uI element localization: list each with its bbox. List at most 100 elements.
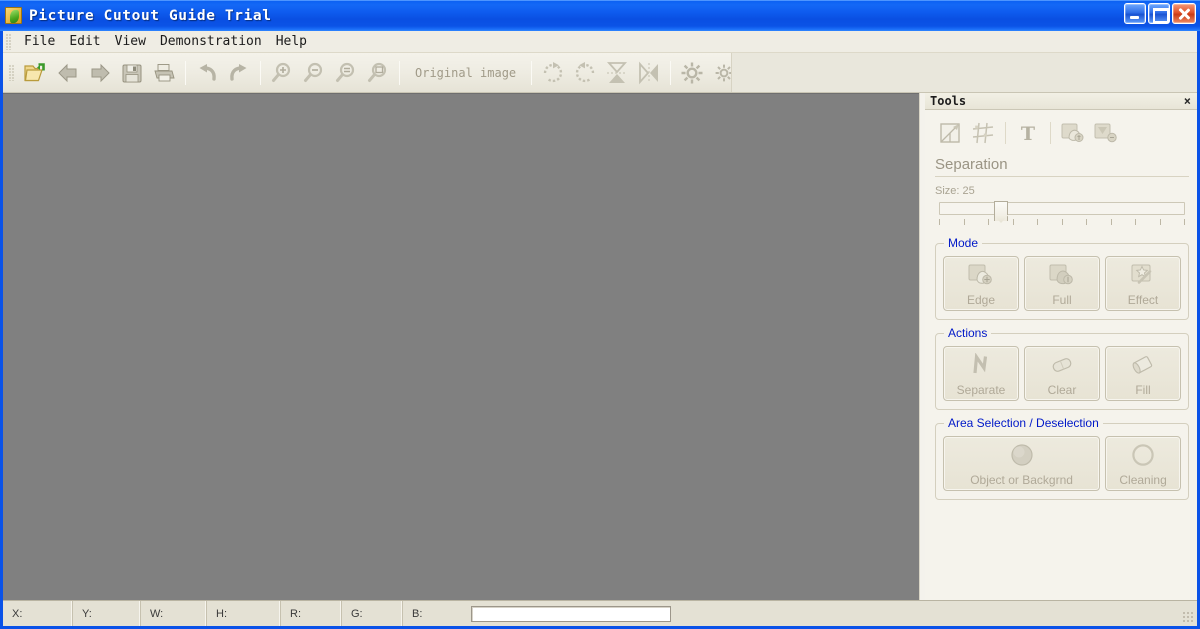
menu-item-file[interactable]: File: [17, 32, 62, 51]
magic-wand-icon: [1129, 262, 1157, 288]
flip-horizontal-icon[interactable]: [633, 56, 665, 90]
undo-icon[interactable]: [191, 56, 223, 90]
text-tool-icon[interactable]: T: [1013, 118, 1043, 148]
area-button-cleaning[interactable]: Cleaning: [1105, 436, 1181, 491]
contrast-up-icon[interactable]: [740, 56, 772, 90]
menu-bar: File Edit View Demonstration Help: [3, 31, 1197, 53]
action-button-fill[interactable]: Fill: [1105, 346, 1181, 401]
cutout-full-icon: [1048, 262, 1076, 288]
slider-tick: [1012, 219, 1014, 225]
hollow-circle-icon: [1129, 442, 1157, 468]
slider-tick: [1061, 219, 1063, 225]
group-mode: Mode Edge Full Effect: [935, 236, 1189, 320]
action-button-clear-label: Clear: [1047, 383, 1077, 397]
action-button-separate[interactable]: Separate: [943, 346, 1019, 401]
contrast-down-icon[interactable]: [772, 56, 804, 90]
separate-icon: [967, 352, 995, 378]
maximize-button[interactable]: [1148, 3, 1170, 24]
mode-button-effect[interactable]: Effect: [1105, 256, 1181, 311]
menu-item-demonstration[interactable]: Demonstration: [153, 32, 269, 51]
tools-panel: Tools × T Separation Size: 25 Mode Edge …: [925, 93, 1197, 600]
action-button-fill-label: Fill: [1135, 383, 1151, 397]
save-icon[interactable]: [116, 56, 148, 90]
print-icon[interactable]: [148, 56, 180, 90]
mode-button-effect-label: Effect: [1127, 293, 1159, 307]
menu-item-edit[interactable]: Edit: [62, 32, 107, 51]
zoom-fit-icon[interactable]: [362, 56, 394, 90]
group-actions: Actions Separate Clear Fill: [935, 326, 1189, 410]
brightness-down-icon[interactable]: [708, 56, 740, 90]
cutout-edge-icon: [967, 262, 995, 288]
caption-buttons: [1124, 3, 1196, 24]
brightness-up-icon[interactable]: [676, 56, 708, 90]
close-icon[interactable]: ×: [1182, 95, 1193, 107]
flip-vertical-icon[interactable]: [601, 56, 633, 90]
slider-track[interactable]: [939, 202, 1185, 215]
area-button-object-or-background[interactable]: Object or Backgrnd: [943, 436, 1101, 491]
toolbar-separator: [260, 60, 261, 85]
cutout-edge-icon[interactable]: [1058, 118, 1088, 148]
perspective-crop-icon[interactable]: [935, 118, 965, 148]
slider-tick: [963, 219, 965, 225]
image-canvas[interactable]: [3, 93, 919, 600]
slider-tick: [988, 219, 989, 225]
open-file-icon[interactable]: [20, 56, 52, 90]
tools-panel-title: Tools: [930, 94, 967, 108]
mode-button-edge-label: Edge: [966, 293, 996, 307]
folder-leaf-icon: [5, 7, 22, 24]
slider-tick: [1110, 219, 1112, 225]
section-heading-separation: Separation: [935, 156, 1189, 177]
window-title: Picture Cutout Guide Trial: [29, 7, 272, 24]
close-button[interactable]: [1172, 3, 1196, 24]
toolbar-separator: [185, 60, 186, 85]
mode-button-edge[interactable]: Edge: [943, 256, 1019, 311]
zoom-actual-icon[interactable]: [330, 56, 362, 90]
tool-separator: [1005, 122, 1006, 144]
menu-item-view[interactable]: View: [108, 32, 153, 51]
back-arrow-icon[interactable]: [52, 56, 84, 90]
slider-thumb[interactable]: [993, 201, 1008, 221]
slider-tick: [939, 219, 940, 225]
menu-drag-grip[interactable]: [6, 33, 11, 50]
action-button-clear[interactable]: Clear: [1024, 346, 1100, 401]
svg-text:T: T: [1021, 123, 1035, 144]
actions-button-row: Separate Clear Fill: [943, 346, 1181, 401]
group-legend-actions: Actions: [944, 326, 992, 340]
status-field-h: H:: [207, 601, 281, 626]
status-bar: X: Y: W: H: R: G: B:: [3, 600, 1197, 626]
toolbar-separator: [670, 60, 672, 85]
resize-grip[interactable]: [1183, 612, 1195, 624]
group-legend-mode: Mode: [944, 236, 983, 250]
area-button-cleaning-label: Cleaning: [1119, 473, 1167, 487]
tool-separator: [1050, 122, 1051, 144]
mode-button-full-label: Full: [1052, 293, 1072, 307]
mode-button-full[interactable]: Full: [1024, 256, 1100, 311]
paint-bucket-icon: [1129, 352, 1157, 378]
grid-transform-icon[interactable]: [968, 118, 998, 148]
menu-item-help[interactable]: Help: [269, 32, 314, 51]
zoom-in-icon[interactable]: [266, 56, 298, 90]
status-message-input[interactable]: [471, 605, 671, 622]
size-slider[interactable]: [935, 201, 1189, 230]
toolbar-separator: [399, 60, 400, 85]
group-legend-area-selection: Area Selection / Deselection: [944, 416, 1103, 430]
status-field-g: G:: [342, 601, 403, 626]
status-field-r: R:: [281, 601, 342, 626]
redo-icon[interactable]: [223, 56, 255, 90]
rotate-ccw-icon[interactable]: [569, 56, 601, 90]
status-field-x: X:: [3, 601, 73, 626]
status-field-y: Y:: [73, 601, 141, 626]
status-field-b: B:: [412, 607, 423, 620]
forward-arrow-icon[interactable]: [84, 56, 116, 90]
zoom-out-icon[interactable]: [298, 56, 330, 90]
rotate-cw-icon[interactable]: [537, 56, 569, 90]
toolbar-drag-grip[interactable]: [9, 64, 14, 81]
area-button-object-or-background-label: Object or Backgrnd: [970, 473, 1073, 487]
status-field-w: W:: [141, 601, 207, 626]
title-bar[interactable]: Picture Cutout Guide Trial: [0, 0, 1200, 31]
slider-ticks: [939, 219, 1185, 229]
minimize-button[interactable]: [1124, 3, 1146, 24]
application-window: Picture Cutout Guide Trial File Edit Vie…: [0, 0, 1200, 629]
cutout-effect-icon[interactable]: [1091, 118, 1121, 148]
status-bar-filler: [671, 601, 1197, 626]
